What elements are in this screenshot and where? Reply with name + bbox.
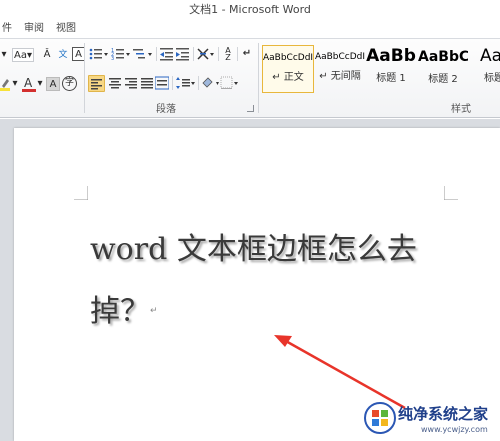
bullet-list-icon <box>89 48 108 60</box>
style-sample: AaBbCcDdI <box>263 53 313 63</box>
clear-format-icon[interactable]: 文 <box>56 48 70 62</box>
style-heading-2[interactable]: AaBbC 标题 2 <box>418 45 468 93</box>
paragraph-dialog-launcher[interactable] <box>247 105 254 112</box>
divider <box>258 43 259 113</box>
multilevel-list-icon <box>133 49 152 59</box>
divider <box>193 47 194 61</box>
style-normal[interactable]: AaBbCcDdI ↵ 正文 <box>262 45 314 93</box>
align-center-button[interactable] <box>108 76 122 90</box>
chinese-layout-icon <box>197 48 214 60</box>
align-center-icon <box>109 78 121 89</box>
increase-indent-icon <box>176 48 189 61</box>
style-name: 标题 1 <box>376 73 406 84</box>
highlight-color-button[interactable] <box>0 77 10 91</box>
align-right-icon <box>125 78 137 89</box>
divider <box>237 47 238 61</box>
margin-corner-top-right <box>444 186 458 200</box>
multilevel-list-button[interactable] <box>133 47 153 61</box>
windows-logo-icon <box>364 402 396 434</box>
divider <box>156 47 157 61</box>
show-marks-button[interactable]: ↵ <box>241 47 253 61</box>
align-right-button[interactable] <box>124 76 138 90</box>
tab-file[interactable]: 件 <box>2 20 12 38</box>
divider <box>84 43 85 113</box>
highlight-arrow-icon[interactable]: ▾ <box>12 77 18 91</box>
phonetic-guide-icon[interactable]: Ǎ <box>40 48 54 62</box>
style-sample: AaBb <box>366 47 416 65</box>
style-name: 标题 2 <box>428 74 458 85</box>
style-heading-1[interactable]: AaBb 标题 1 <box>366 45 416 93</box>
font-color-button[interactable]: A <box>22 75 36 93</box>
title-bar: 文档1 - Microsoft Word <box>0 0 500 20</box>
paint-bucket-icon <box>202 77 219 88</box>
paragraph-mark-icon: ↵ <box>150 306 158 316</box>
document-page[interactable] <box>14 128 500 441</box>
watermark-title: 纯净系统之家 <box>398 405 489 423</box>
tab-review[interactable]: 审阅 <box>24 20 44 38</box>
style-name: ↵ 正文 <box>272 72 304 83</box>
character-shading-button[interactable]: A <box>46 77 60 91</box>
increase-indent-button[interactable] <box>176 47 190 61</box>
shading-button[interactable] <box>201 76 219 90</box>
font-size-arrow-icon[interactable]: ▾ <box>0 48 8 62</box>
line-spacing-button[interactable] <box>176 76 196 90</box>
watermark-url: www.ycwjzy.com <box>421 425 488 434</box>
align-left-icon <box>91 79 102 90</box>
highlighter-icon <box>0 79 10 91</box>
style-name: 标题 <box>484 73 500 84</box>
chinese-layout-button[interactable] <box>197 47 215 61</box>
distributed-button[interactable] <box>154 76 170 90</box>
window-title: 文档1 - Microsoft Word <box>189 3 311 16</box>
align-left-button[interactable] <box>88 75 105 92</box>
annotation-arrow-icon <box>274 335 406 410</box>
distributed-icon <box>154 76 170 90</box>
style-sample: AaBbCcDdI <box>314 52 366 62</box>
divider <box>218 47 219 61</box>
justify-button[interactable] <box>140 76 154 90</box>
enclosed-character-button[interactable]: 字 <box>62 76 77 91</box>
style-title[interactable]: Aa 标题 <box>470 45 500 93</box>
svg-text:A: A <box>24 76 33 90</box>
sort-button[interactable]: AZ <box>222 47 234 62</box>
bullets-button[interactable] <box>89 47 109 61</box>
ribbon: ▾ Aa▾ Ǎ 文 A ▾ A ▾ A 字 1 2 3 A Z ↵ 段落 AaB… <box>0 38 500 118</box>
document-text-line-1[interactable]: word 文本框边框怎么去 <box>90 224 417 268</box>
change-case-button[interactable]: Aa▾ <box>12 48 34 62</box>
tab-view[interactable]: 视图 <box>56 20 76 38</box>
justify-icon <box>141 78 153 89</box>
margin-corner-top-left <box>74 186 88 200</box>
decrease-indent-icon <box>160 48 173 61</box>
font-color-arrow-icon[interactable]: ▾ <box>37 77 43 91</box>
numbering-button[interactable]: 1 2 3 <box>111 47 131 62</box>
font-color-icon: A <box>22 76 36 92</box>
style-sample: Aa <box>480 47 500 65</box>
divider <box>198 76 199 90</box>
borders-icon <box>220 76 238 89</box>
numbered-list-icon: 1 2 3 <box>111 48 130 62</box>
decrease-indent-button[interactable] <box>160 47 174 61</box>
document-text-line-2[interactable]: 掉？ <box>90 286 150 330</box>
styles-group-label: 样式 <box>451 104 471 115</box>
paragraph-group-label: 段落 <box>156 104 176 115</box>
svg-text:3: 3 <box>111 56 114 61</box>
divider <box>172 76 173 90</box>
line-spacing-icon <box>176 77 195 89</box>
ribbon-tabs: 件 审阅 视图 <box>0 20 500 38</box>
style-no-spacing[interactable]: AaBbCcDdI ↵ 无间隔 <box>314 45 366 93</box>
borders-button[interactable] <box>220 76 238 90</box>
style-sample: AaBbC <box>418 49 468 65</box>
style-name: ↵ 无间隔 <box>319 71 361 82</box>
